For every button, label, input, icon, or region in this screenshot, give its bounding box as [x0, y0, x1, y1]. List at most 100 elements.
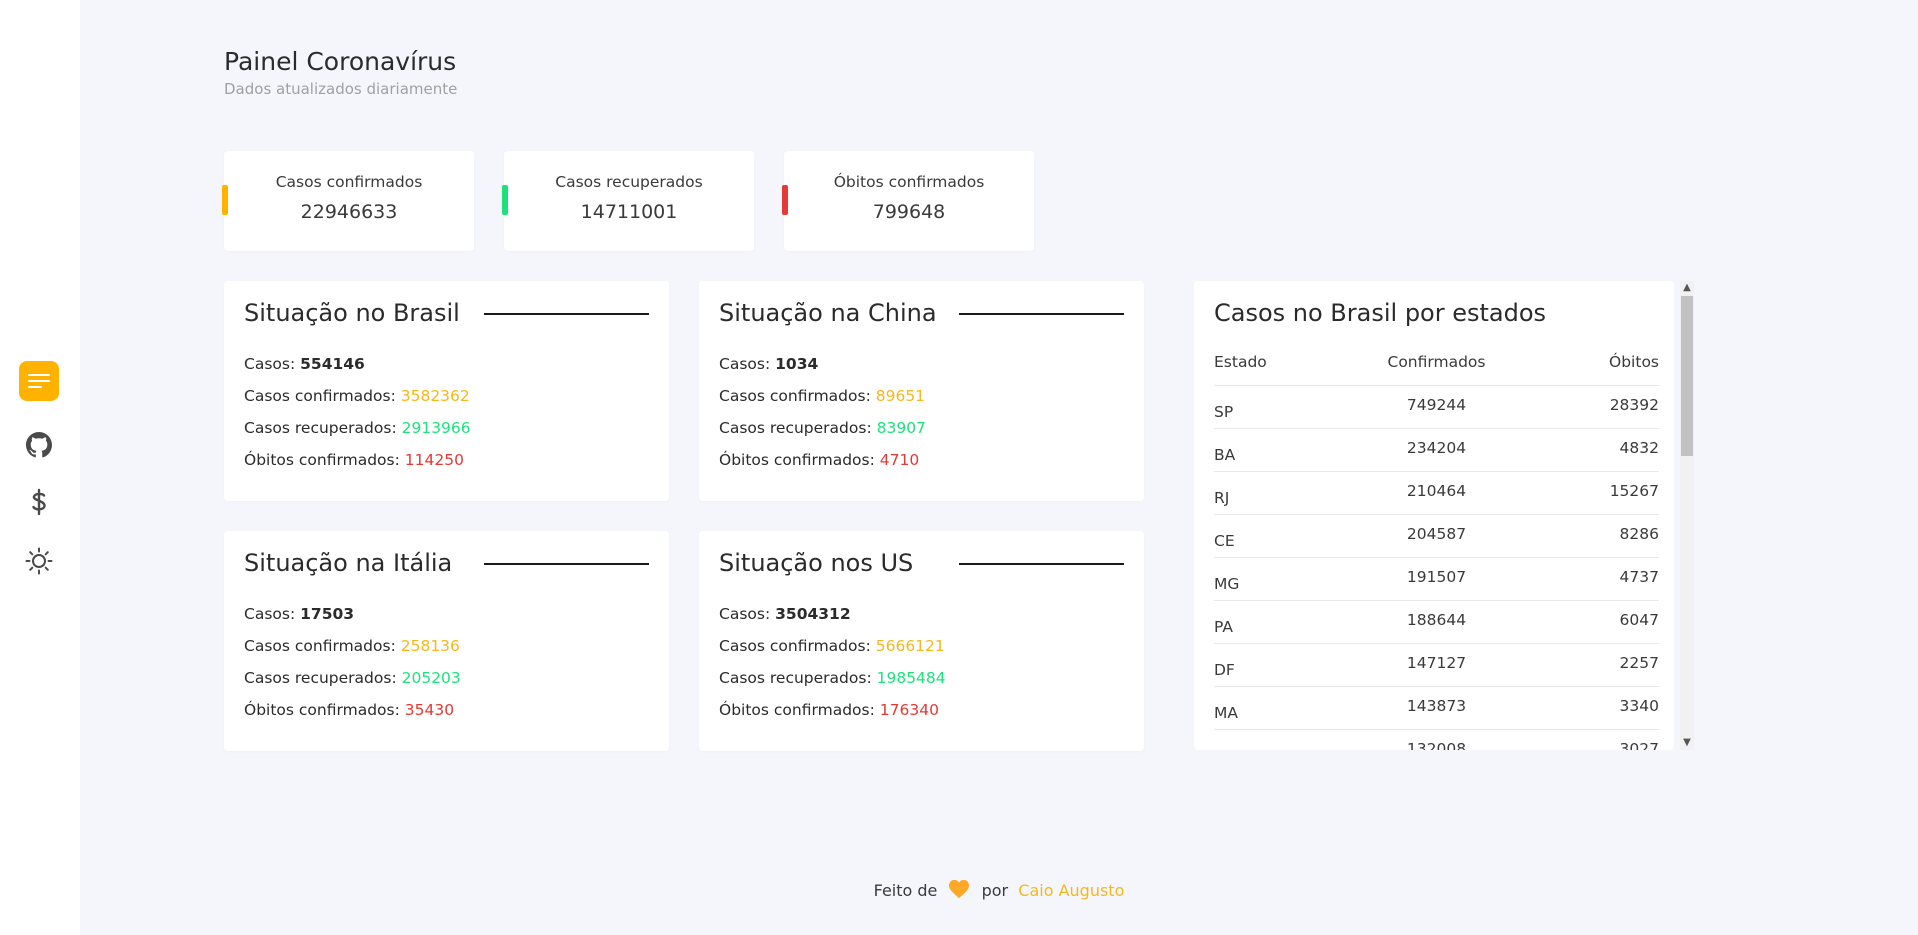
sun-icon — [25, 547, 53, 575]
summary-label: Casos recuperados — [555, 173, 703, 191]
country-title: Situação na Itália — [244, 549, 453, 577]
country-title: Situação na China — [719, 299, 937, 327]
table-row: SP 749244 28392 — [1214, 385, 1659, 428]
cell-confirmed: 749244 — [1406, 396, 1467, 414]
stat-label: Casos recuperados: — [719, 669, 872, 687]
cell-confirmed: 234204 — [1406, 439, 1467, 457]
stat-value: 554146 — [300, 355, 365, 373]
stat-value: 2913966 — [401, 419, 471, 437]
stat-deaths: Óbitos confirmados: 176340 — [719, 701, 939, 719]
theme-toggle-button[interactable] — [19, 541, 59, 581]
cell-deaths: 4737 — [1619, 568, 1659, 586]
country-card-italia: Situação na Itália Casos: 17503 Casos co… — [224, 531, 669, 751]
cell-deaths: 8286 — [1619, 525, 1659, 543]
stat-value: 17503 — [300, 605, 355, 623]
cell-confirmed: 204587 — [1406, 525, 1467, 543]
stat-value: 258136 — [400, 637, 460, 655]
stat-label: Casos confirmados: — [719, 387, 871, 405]
summary-value: 22946633 — [300, 201, 398, 223]
donate-button[interactable] — [19, 482, 59, 522]
country-card-brasil: Situação no Brasil Casos: 554146 Casos c… — [224, 281, 669, 501]
title-divider — [959, 313, 1124, 315]
stat-value: 176340 — [879, 701, 939, 719]
summary-card-confirmed: Casos confirmados 22946633 — [222, 151, 474, 251]
stat-value: 3504312 — [775, 605, 851, 623]
country-title: Situação no Brasil — [244, 299, 460, 327]
summary-label: Casos confirmados — [275, 173, 423, 191]
summary-card-recovered: Casos recuperados 14711001 — [502, 151, 754, 251]
table-body: SP 749244 28392 BA 234204 4832 RJ 210464 15267… — [1214, 385, 1659, 750]
stat-cases: Casos: 17503 — [244, 605, 354, 623]
table-row: RJ 210464 15267 — [1214, 471, 1659, 514]
stat-confirmed: Casos confirmados: 5666121 — [719, 637, 945, 655]
footer-by: por — [981, 881, 1009, 900]
column-header-confirmados: Confirmados — [1387, 353, 1486, 371]
github-icon — [26, 432, 52, 458]
stat-label: Casos confirmados: — [244, 637, 396, 655]
stat-cases: Casos: 554146 — [244, 355, 365, 373]
stat-value: 1985484 — [876, 669, 946, 687]
cell-deaths: 15267 — [1609, 482, 1659, 500]
cell-confirmed: 188644 — [1406, 611, 1467, 629]
scroll-up-arrow-icon[interactable]: ▲ — [1680, 281, 1694, 295]
stat-value: 114250 — [404, 451, 464, 469]
table-row: DF 147127 2257 — [1214, 643, 1659, 686]
table-row: CE 204587 8286 — [1214, 514, 1659, 557]
summary-card-deaths: Óbitos confirmados 799648 — [782, 151, 1034, 251]
cell-confirmed: 147127 — [1406, 654, 1467, 672]
stat-cases: Casos: 1034 — [719, 355, 818, 373]
stat-deaths: Óbitos confirmados: 114250 — [244, 451, 464, 469]
title-divider — [959, 563, 1124, 565]
cell-deaths: 28392 — [1609, 396, 1659, 414]
country-card-us: Situação nos US Casos: 3504312 Casos con… — [699, 531, 1144, 751]
github-button[interactable] — [19, 425, 59, 465]
stat-label: Casos: — [719, 355, 771, 373]
stat-label: Óbitos confirmados: — [244, 701, 400, 719]
stat-value: 3582362 — [400, 387, 470, 405]
footer: Feito de por Caio Augusto — [0, 879, 1918, 900]
country-card-china: Situação na China Casos: 1034 Casos conf… — [699, 281, 1144, 501]
stat-cases: Casos: 3504312 — [719, 605, 851, 623]
stat-label: Óbitos confirmados: — [244, 451, 400, 469]
cell-deaths: 4832 — [1619, 439, 1659, 457]
stat-label: Casos: — [244, 355, 296, 373]
stat-value: 35430 — [404, 701, 455, 719]
dollar-icon — [32, 488, 46, 516]
stat-label: Casos recuperados: — [719, 419, 872, 437]
stat-deaths: Óbitos confirmados: 4710 — [719, 451, 919, 469]
stat-confirmed: Casos confirmados: 89651 — [719, 387, 925, 405]
scrollbar-thumb[interactable] — [1681, 296, 1693, 456]
stat-label: Casos confirmados: — [244, 387, 396, 405]
scroll-down-arrow-icon[interactable]: ▼ — [1680, 736, 1694, 750]
cell-deaths: 3027 — [1619, 740, 1659, 750]
stat-value: 83907 — [876, 419, 926, 437]
states-table-card[interactable]: Casos no Brasil por estados Estado Confi… — [1194, 281, 1674, 750]
stat-deaths: Óbitos confirmados: 35430 — [244, 701, 454, 719]
stat-recovered: Casos recuperados: 2913966 — [244, 419, 471, 437]
stat-value: 89651 — [875, 387, 926, 405]
stat-label: Casos: — [244, 605, 296, 623]
stat-label: Casos recuperados: — [244, 419, 397, 437]
summary-value: 799648 — [872, 201, 946, 223]
cell-deaths: 3340 — [1619, 697, 1659, 715]
cell-confirmed: 191507 — [1406, 568, 1467, 586]
heart-icon — [949, 879, 970, 899]
column-header-obitos: Óbitos — [1609, 353, 1659, 371]
menu-button[interactable] — [19, 361, 59, 401]
table-row: BA 234204 4832 — [1214, 428, 1659, 471]
page-title: Painel Coronavírus — [224, 47, 457, 76]
footer-made-with: Feito de — [873, 881, 938, 900]
sidebar — [0, 0, 80, 935]
stat-confirmed: Casos confirmados: 258136 — [244, 637, 460, 655]
table-row: MG 191507 4737 — [1214, 557, 1659, 600]
table-row: MA 143873 3340 — [1214, 686, 1659, 729]
author-link[interactable]: Caio Augusto — [1018, 881, 1124, 900]
cell-deaths: 2257 — [1619, 654, 1659, 672]
states-title: Casos no Brasil por estados — [1214, 299, 1547, 327]
stat-recovered: Casos recuperados: 83907 — [719, 419, 926, 437]
summary-label: Óbitos confirmados — [833, 173, 985, 191]
stat-recovered: Casos recuperados: 205203 — [244, 669, 461, 687]
summary-value: 14711001 — [580, 201, 678, 223]
cell-confirmed: 132008 — [1406, 740, 1467, 750]
country-title: Situação nos US — [719, 549, 914, 577]
